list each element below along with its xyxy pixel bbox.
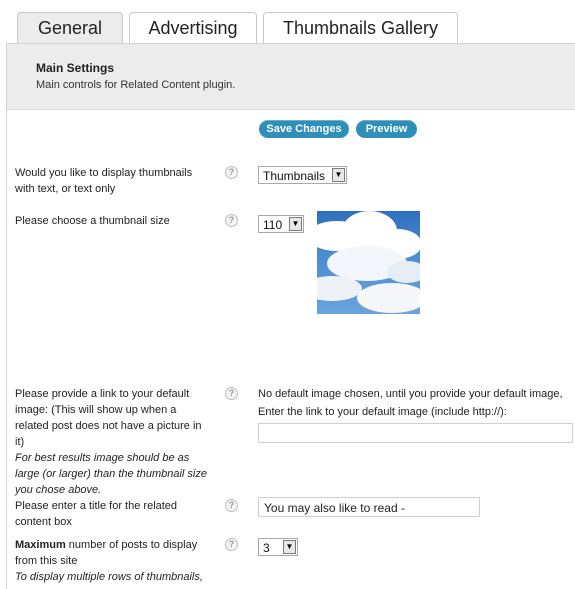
- tab-advertising[interactable]: Advertising: [129, 12, 257, 43]
- thumbnail-size-value: 110: [263, 218, 283, 232]
- max-posts-label-bold: Maximum: [15, 539, 66, 551]
- tab-thumbnails-gallery[interactable]: Thumbnails Gallery: [263, 12, 458, 43]
- display-mode-label-line2: with text, or text only: [15, 183, 116, 195]
- help-icon[interactable]: ?: [225, 387, 238, 400]
- max-posts-label-rest: number of posts to display: [65, 539, 198, 551]
- section-description: Main controls for Related Content plugin…: [36, 79, 236, 91]
- max-posts-label: Maximum number of posts to display from …: [15, 537, 203, 585]
- related-title-input[interactable]: You may also like to read -: [258, 497, 480, 517]
- default-image-label-line: it): [15, 436, 25, 448]
- dropdown-arrow-icon: ▼: [332, 168, 345, 182]
- default-image-label-line: image: (This will show up when a: [15, 404, 177, 416]
- section-title: Main Settings: [36, 61, 115, 75]
- default-image-hint-line: For best results image should be as: [15, 452, 190, 464]
- default-image-url-input[interactable]: [258, 423, 573, 443]
- preview-button[interactable]: Preview: [356, 120, 417, 138]
- display-mode-value: Thumbnails: [263, 169, 326, 183]
- title-label-line2: content box: [15, 516, 72, 528]
- tab-general[interactable]: General: [17, 12, 123, 45]
- save-changes-button[interactable]: Save Changes: [259, 120, 349, 138]
- thumbnail-size-select[interactable]: 110 ▼: [258, 215, 304, 233]
- title-label-line1: Please enter a title for the related: [15, 500, 178, 512]
- display-mode-label: Would you like to display thumbnails wit…: [15, 165, 192, 197]
- default-image-label-line: Please provide a link to your default: [15, 388, 190, 400]
- default-image-label: Please provide a link to your default im…: [15, 386, 220, 498]
- help-icon[interactable]: ?: [225, 538, 238, 551]
- max-posts-label-line2: from this site: [15, 555, 78, 567]
- display-mode-label-line1: Would you like to display thumbnails: [15, 167, 193, 179]
- default-image-label-line: related post does not have a picture in: [15, 420, 202, 432]
- default-image-status: No default image chosen, until you provi…: [258, 388, 563, 400]
- display-mode-select[interactable]: Thumbnails ▼: [258, 166, 347, 184]
- help-icon[interactable]: ?: [225, 499, 238, 512]
- help-icon[interactable]: ?: [225, 214, 238, 227]
- max-posts-label-line1: Maximum number of posts to display: [15, 537, 203, 553]
- default-image-hint-line: large (or larger) than the thumbnail siz…: [15, 468, 207, 480]
- thumbnail-preview-image: [317, 211, 420, 314]
- default-image-hint-line: you chose above.: [15, 484, 102, 496]
- section-header: Main Settings Main controls for Related …: [7, 44, 575, 110]
- max-posts-hint: To display multiple rows of thumbnails,: [15, 571, 203, 583]
- default-image-link-prompt: Enter the link to your default image (in…: [258, 406, 507, 418]
- title-label: Please enter a title for the related con…: [15, 498, 177, 530]
- help-icon[interactable]: ?: [225, 166, 238, 179]
- thumbnail-size-label: Please choose a thumbnail size: [15, 215, 170, 227]
- max-posts-select[interactable]: 3 ▼: [258, 538, 298, 556]
- dropdown-arrow-icon: ▼: [283, 540, 296, 554]
- tab-bar: General Advertising Thumbnails Gallery: [0, 0, 575, 45]
- max-posts-value: 3: [263, 541, 270, 555]
- dropdown-arrow-icon: ▼: [289, 217, 302, 231]
